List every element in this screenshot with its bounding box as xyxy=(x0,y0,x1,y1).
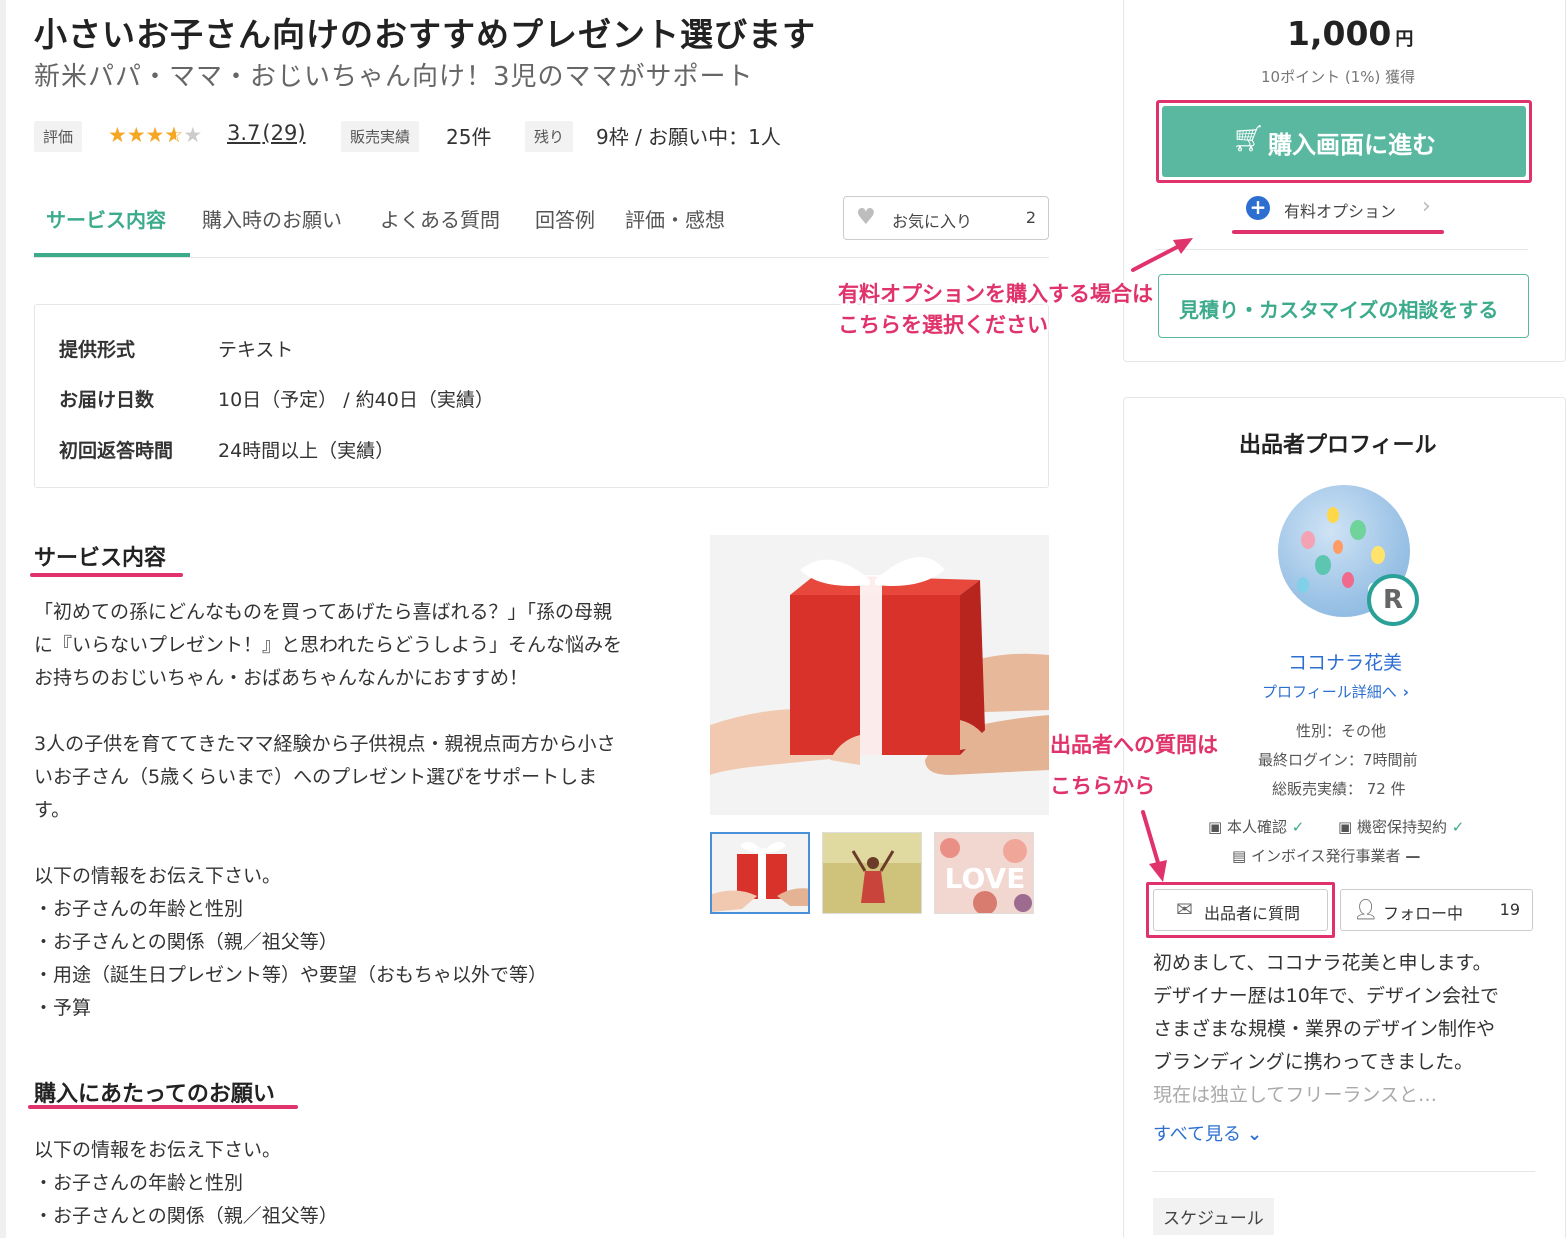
service-subtitle: 新米パパ・ママ・おじいちゃん向け！3児のママがサポート xyxy=(34,62,754,92)
identity-verified: ▣ 本人確認 ✓ xyxy=(1208,818,1305,836)
thumbnail-love[interactable]: LOVE xyxy=(934,832,1034,914)
seller-last-login: 最終ログイン：7時間前 xyxy=(1258,751,1418,769)
proceed-to-purchase-button[interactable]: 🛒︎ 購入画面に進む xyxy=(1162,106,1526,177)
buy-button-label: 購入画面に進む xyxy=(1268,131,1436,159)
spec-key: 提供形式 xyxy=(59,339,136,361)
seller-name-link[interactable]: ココナラ花美 xyxy=(1288,648,1402,675)
annotation-arrow xyxy=(1141,810,1167,882)
chevron-down-icon: ⌄ xyxy=(1247,1124,1263,1145)
follow-count: 19 xyxy=(1499,900,1520,919)
divider xyxy=(1153,1171,1535,1172)
lock-icon: ▣ xyxy=(1338,818,1353,836)
favorite-label: お気に入り xyxy=(892,212,973,231)
consult-button[interactable]: 見積り・カスタマイズの相談をする xyxy=(1158,274,1529,338)
spec-value: テキスト xyxy=(218,339,294,361)
tab-purchase-request[interactable]: 購入時のお願い xyxy=(202,204,342,233)
svg-text:LOVE: LOVE xyxy=(945,862,1026,895)
thumbnail-field[interactable] xyxy=(822,832,922,914)
chevron-right-icon: › xyxy=(1402,683,1409,701)
tab-sample-answers[interactable]: 回答例 xyxy=(535,204,595,233)
thumbnail-gift[interactable] xyxy=(710,832,810,914)
spec-key: お届け日数 xyxy=(59,389,155,411)
annotation-underline xyxy=(30,573,183,577)
annotation-underline xyxy=(28,1105,298,1109)
price: 1,000 円 xyxy=(1287,14,1414,53)
spec-key: 初回返答時間 xyxy=(59,440,174,462)
favorite-count: 2 xyxy=(1025,208,1036,227)
points-earned: 10ポイント (1%) 獲得 xyxy=(1261,68,1416,86)
schedule-tag: スケジュール xyxy=(1153,1198,1274,1235)
cart-icon: 🛒︎ xyxy=(1232,124,1266,154)
service-title: 小さいお子さん向けのおすすめプレゼント選びます xyxy=(34,15,816,54)
seller-total-sales: 総販売実績： 72 件 xyxy=(1272,780,1406,798)
divider xyxy=(1156,249,1528,250)
service-section-heading: サービス内容 xyxy=(34,546,167,571)
dash-icon: — xyxy=(1405,847,1421,865)
mail-icon: ✉ xyxy=(1176,897,1193,921)
plus-circle-icon: + xyxy=(1246,196,1270,220)
page-left-edge xyxy=(0,0,6,1238)
invoice-status: ▤ インボイス発行事業者 — xyxy=(1232,847,1421,865)
ask-seller-button[interactable]: ✉ 出品者に質問 xyxy=(1153,889,1328,931)
annotation-arrow xyxy=(1131,238,1193,272)
user-check-icon: 👤︎ xyxy=(1353,897,1379,921)
active-tab-indicator xyxy=(34,253,190,257)
request-description: 以下の情報をお伝え下さい。 ・お子さんの年齢と性別 ・お子さんとの関係（親／祖父… xyxy=(34,1139,338,1227)
paid-options-label: 有料オプション xyxy=(1284,202,1397,221)
annotation-underline xyxy=(1232,230,1444,234)
annotation-question-note: 出品者への質問は こちらから xyxy=(1050,733,1218,798)
follow-button[interactable]: 👤︎ フォロー中 19 xyxy=(1340,889,1533,931)
id-card-icon: ▣ xyxy=(1208,818,1223,836)
heart-icon: ♥ xyxy=(856,205,876,230)
see-all-link[interactable]: すべて見る ⌄ xyxy=(1153,1120,1262,1146)
spec-value: 24時間以上（実績） xyxy=(218,440,395,462)
document-icon: ▤ xyxy=(1232,847,1247,865)
favorite-button[interactable]: ♥ お気に入り 2 xyxy=(843,196,1049,240)
seller-gender: 性別：その他 xyxy=(1296,722,1387,740)
seller-bio: 初めまして、ココナラ花美と申します。 デザイナー歴は10年で、デザイン会社で さ… xyxy=(1153,952,1500,1106)
annotation-paid-option-note: 有料オプションを購入する場合は こちらを選択ください xyxy=(838,282,1153,337)
profile-detail-link[interactable]: プロフィール詳細へ › xyxy=(1262,681,1409,702)
tab-service[interactable]: サービス内容 xyxy=(46,204,166,233)
profile-heading: 出品者プロフィール xyxy=(1239,433,1437,458)
nda-verified: ▣ 機密保持契約 ✓ xyxy=(1338,818,1465,836)
rank-badge: R xyxy=(1367,574,1419,626)
rating-stars: ★★★☆ ★ ★ xyxy=(108,123,203,147)
ask-seller-label: 出品者に質問 xyxy=(1204,904,1301,923)
rating-link[interactable]: 3.7(29) xyxy=(227,121,306,145)
main-gift-photo[interactable] xyxy=(710,535,1049,815)
remaining-tag: 残り xyxy=(525,121,574,152)
follow-label: フォロー中 xyxy=(1383,904,1464,923)
tab-reviews[interactable]: 評価・感想 xyxy=(625,204,725,233)
check-icon: ✓ xyxy=(1451,818,1465,836)
rating-tag: 評価 xyxy=(34,121,83,152)
check-icon: ✓ xyxy=(1291,818,1305,836)
service-description: 「初めての孫にどんなものを買ってあげたら喜ばれる？」「孫の母親 に『いらないプレ… xyxy=(34,601,623,1019)
request-section-heading: 購入にあたってのお願い xyxy=(34,1082,275,1107)
chevron-right-icon: › xyxy=(1422,194,1431,219)
consult-button-label: 見積り・カスタマイズの相談をする xyxy=(1179,298,1499,322)
remaining-value: 9枠 / お願い中：1人 xyxy=(596,125,781,149)
tab-faq[interactable]: よくある質問 xyxy=(380,204,500,233)
sales-tag: 販売実績 xyxy=(341,121,420,152)
spec-value: 10日（予定） / 約40日（実績） xyxy=(218,389,494,411)
sales-value: 25件 xyxy=(446,125,492,149)
